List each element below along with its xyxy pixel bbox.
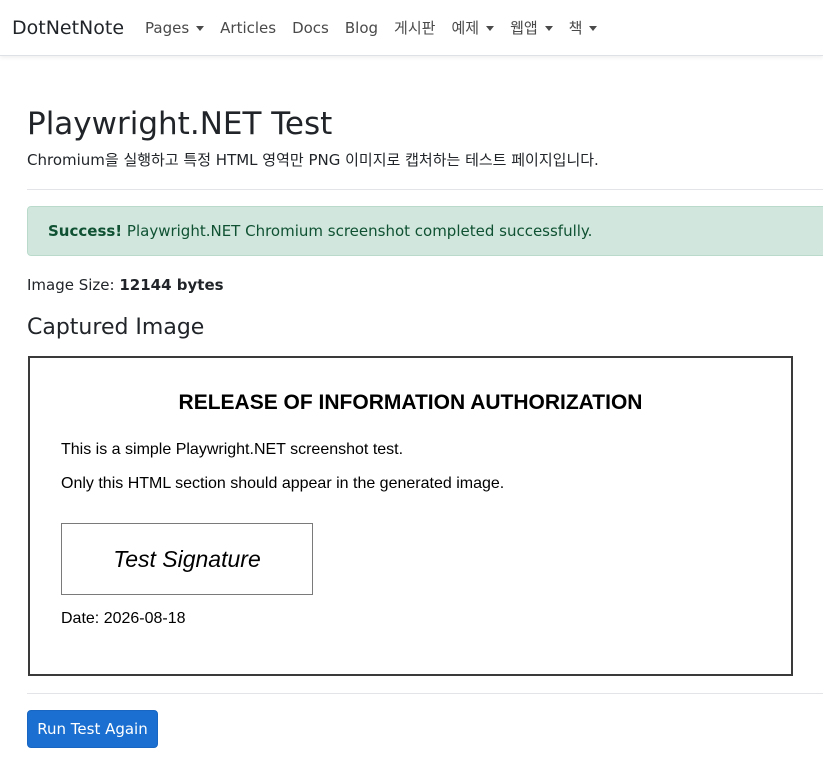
nav-item-webapp[interactable]: 웹앱 <box>510 17 553 39</box>
run-test-again-button[interactable]: Run Test Again <box>27 710 158 748</box>
nav-item-label: 게시판 <box>394 19 436 37</box>
divider <box>27 189 823 190</box>
captured-image-heading: Captured Image <box>27 315 205 340</box>
nav-item-books[interactable]: 책 <box>569 17 598 39</box>
divider <box>27 693 823 694</box>
nav-menu: Pages Articles Docs Blog 게시판 예제 웹앱 책 <box>145 17 613 39</box>
nav-item-articles[interactable]: Articles <box>220 17 276 39</box>
signature-box: Test Signature <box>61 523 313 595</box>
page-title: Playwright.NET Test <box>27 106 333 142</box>
nav-item-label: Docs <box>292 19 329 37</box>
page-subtitle: Chromium을 실행하고 특정 HTML 영역만 PNG 이미지로 캡처하는… <box>27 151 599 169</box>
nav-item-label: 예제 <box>451 19 480 37</box>
alert-strong: Success! <box>48 222 123 240</box>
brand-link[interactable]: DotNetNote <box>12 16 124 40</box>
image-size-value: 12144 bytes <box>119 276 224 294</box>
nav-item-label: 웹앱 <box>510 19 538 37</box>
nav-item-label: Articles <box>220 19 277 37</box>
nav-item-examples[interactable]: 예제 <box>451 17 495 39</box>
signature-text: Test Signature <box>113 545 261 572</box>
nav-item-label: Pages <box>145 19 190 37</box>
document-line-1: This is a simple Playwright.NET screensh… <box>61 441 404 458</box>
image-size-line: Image Size: 12144 bytes <box>27 274 224 296</box>
nav-item-blog[interactable]: Blog <box>345 17 378 39</box>
success-alert: Success! Playwright.NET Chromium screens… <box>27 206 823 256</box>
caret-down-icon <box>486 25 495 31</box>
caret-down-icon <box>589 25 598 31</box>
image-size-label: Image Size: <box>27 276 120 294</box>
nav-item-label: Blog <box>344 19 379 37</box>
nav-item-board[interactable]: 게시판 <box>394 17 435 39</box>
document-line-2: Only this HTML section should appear in … <box>61 475 505 492</box>
nav-item-pages[interactable]: Pages <box>145 17 205 39</box>
document-title: RELEASE OF INFORMATION AUTHORIZATION <box>178 391 643 414</box>
captured-image: RELEASE OF INFORMATION AUTHORIZATION Thi… <box>28 356 793 676</box>
alert-message: Playwright.NET Chromium screenshot compl… <box>122 222 593 240</box>
nav-item-docs[interactable]: Docs <box>292 17 329 39</box>
top-navbar: DotNetNote Pages Articles Docs Blog 게시판 … <box>0 0 823 56</box>
document-date: Date: 2026-08-18 <box>61 610 186 627</box>
nav-item-label: 책 <box>568 19 583 37</box>
caret-down-icon <box>196 25 205 31</box>
caret-down-icon <box>544 25 553 31</box>
